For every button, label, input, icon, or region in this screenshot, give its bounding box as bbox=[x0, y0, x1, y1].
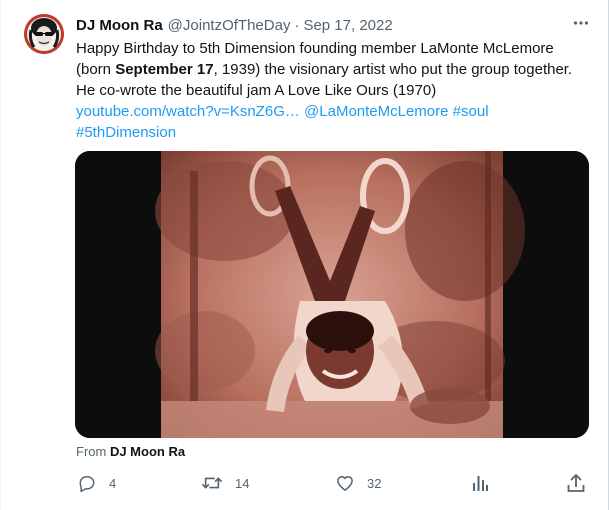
video-thumbnail bbox=[75, 151, 589, 438]
author-display-name[interactable]: DJ Moon Ra bbox=[76, 17, 163, 34]
tweet-links-line: #5thDimension bbox=[76, 122, 596, 143]
tweet-text-line: He co-wrote the beautiful jam A Love Lik… bbox=[76, 82, 437, 99]
share-button[interactable] bbox=[567, 472, 585, 494]
tweet-text: Happy Birthday to 5th Dimension founding… bbox=[76, 38, 596, 143]
like-count: 32 bbox=[367, 475, 382, 491]
retweet-button[interactable]: 14 bbox=[201, 472, 249, 494]
tweet-text-line: (born September 17, 1939) the visionary … bbox=[76, 61, 573, 78]
mention-link[interactable]: @LaMonteMcLemore bbox=[304, 103, 448, 120]
tweet-links-line: youtube.com/watch?v=KsnZ6G… @LaMonteMcLe… bbox=[76, 101, 596, 122]
views-button[interactable] bbox=[471, 472, 489, 494]
like-button[interactable]: 32 bbox=[335, 472, 381, 494]
author-handle[interactable]: @JointzOfTheDay bbox=[168, 17, 291, 34]
tweet-date[interactable]: Sep 17, 2022 bbox=[303, 17, 392, 34]
reply-count: 4 bbox=[109, 475, 117, 491]
reply-icon bbox=[77, 473, 97, 493]
action-bar: 4 14 32 bbox=[67, 472, 597, 496]
hashtag-5thdimension[interactable]: #5thDimension bbox=[76, 124, 176, 141]
tweet-header: DJ Moon Ra @JointzOfTheDay · Sep 17, 202… bbox=[76, 15, 568, 35]
retweet-count: 14 bbox=[235, 475, 250, 491]
youtube-link[interactable]: youtube.com/watch?v=KsnZ6G… bbox=[76, 103, 300, 120]
bold-date: September 17 bbox=[115, 61, 214, 78]
hashtag-soul[interactable]: #soul bbox=[453, 103, 489, 120]
more-icon bbox=[572, 14, 590, 37]
like-icon bbox=[335, 473, 355, 493]
header-separator: · bbox=[294, 16, 300, 34]
reply-button[interactable]: 4 bbox=[77, 472, 116, 494]
analytics-icon bbox=[471, 474, 489, 492]
share-icon bbox=[567, 473, 585, 493]
media-source: From DJ Moon Ra bbox=[76, 444, 186, 459]
media-source-name[interactable]: DJ Moon Ra bbox=[110, 444, 185, 459]
tweet[interactable]: DJ Moon Ra @JointzOfTheDay · Sep 17, 202… bbox=[0, 0, 609, 510]
avatar[interactable] bbox=[24, 14, 64, 54]
tweet-text-line: Happy Birthday to 5th Dimension founding… bbox=[76, 40, 554, 57]
more-button[interactable] bbox=[570, 14, 592, 36]
retweet-icon bbox=[201, 473, 223, 493]
video-player[interactable] bbox=[75, 151, 589, 438]
